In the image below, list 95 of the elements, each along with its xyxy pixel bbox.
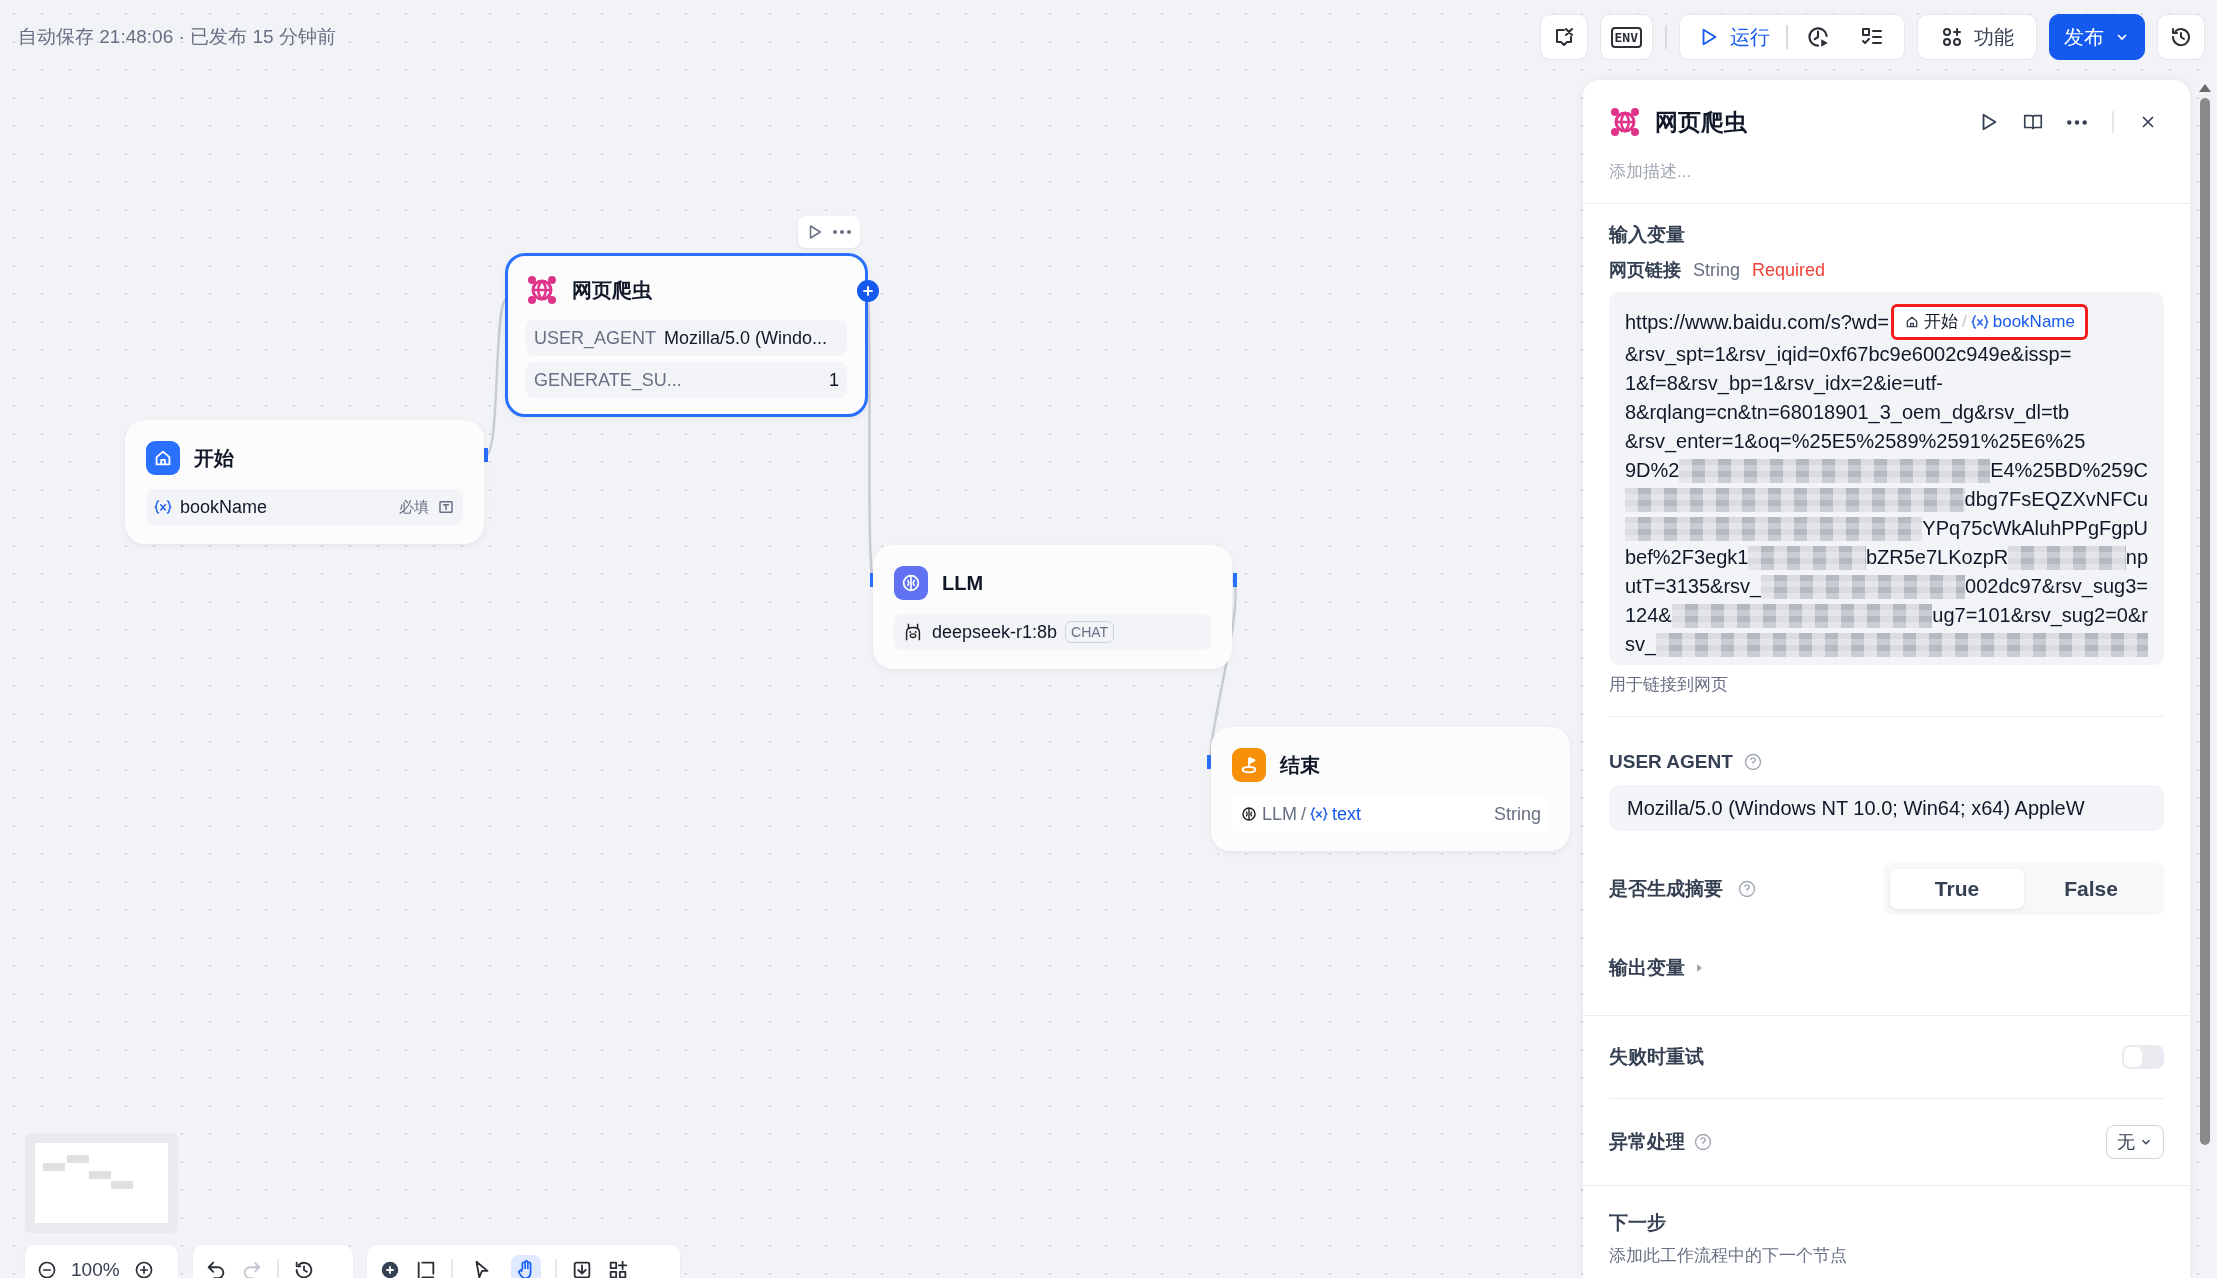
port-handle[interactable] [1207,755,1211,769]
version-history-button[interactable] [2157,14,2205,60]
env-button[interactable]: ENV [1599,14,1653,60]
segment-option[interactable]: True [1890,869,2024,909]
url-text: ug7=101&rsv_sug2=0&r [1932,603,2148,629]
hand-tool-button[interactable] [511,1255,541,1278]
url-text: bef%2F3egk1 [1625,545,1749,570]
node-title: 结束 [1280,752,1320,778]
node-title: 网页爬虫 [572,277,652,303]
zoom-out-icon[interactable] [37,1260,57,1278]
url-text: https://www.baidu.com/s?wd= [1625,309,1889,335]
layout-icon[interactable] [607,1259,629,1278]
url-text: sv_ [1625,632,1657,658]
required-label: Required [1752,259,1826,281]
field-hint: 用于链接到网页 [1609,674,1729,696]
conversation-variable-button[interactable] [1539,14,1588,60]
user-agent-field[interactable]: Mozilla/5.0 (Windows NT 10.0; Win64; x64) AppleW [1609,785,2164,831]
brain-icon [1240,805,1258,823]
workflow-node[interactable]: LLM deepseek-r1:8b CHAT [873,545,1232,669]
more-icon[interactable] [832,229,852,235]
url-text: np [2125,545,2148,570]
workflow-node[interactable]: 结束 LLM / text String [1211,727,1570,851]
features-button[interactable]: 功能 [1917,14,2037,60]
panel-title: 网页爬虫 [1655,107,1748,137]
url-text: 002dc97&rsv_sug3= [1965,574,2148,600]
text-type-icon [437,498,455,516]
url-text: utT=3135&rsv_ [1625,574,1762,600]
flag-icon [1232,748,1266,782]
home-icon [1904,314,1920,330]
node-title: 开始 [194,445,234,471]
help-icon [1693,1132,1713,1152]
url-text: dbg7FsEQZXvNFCu [1964,487,2148,512]
clock-play-icon [1805,24,1831,50]
workflow-node[interactable]: 网页爬虫 USER_AGENT Mozilla/5.0 (Windo... GENERATE_SU... 1 [505,253,868,417]
globe-network-icon [1609,106,1641,138]
publish-button[interactable]: 发布 [2049,14,2145,60]
url-text: bZR5e7LKozpR [1865,545,2009,570]
url-text: &rsv_enter=1&oq=%25E5%2589%2591%25E6%25 [1625,429,2086,455]
section-title: 下一步 [1609,1211,1667,1235]
zoom-in-icon[interactable] [133,1260,154,1278]
url-text: 9D%2 [1625,458,1680,483]
error-handling-select[interactable]: 无 [2106,1125,2164,1159]
brain-icon [894,566,928,600]
section-title[interactable]: 输出变量 [1609,955,1685,981]
source-node-label: LLM [1262,803,1297,825]
url-text: 124& [1625,603,1672,628]
param-name: USER_AGENT [534,327,657,349]
field-label: 失败时重试 [1609,1045,1704,1069]
section-title: 输入变量 [1609,223,1686,247]
node-title: LLM [942,571,984,595]
history-icon[interactable] [293,1259,315,1278]
more-icon [2066,118,2088,126]
param-value: Mozilla/5.0 (Windo... [664,327,828,349]
note-frame-icon[interactable] [415,1259,437,1278]
workflow-node[interactable]: 开始 bookName 必填 [125,420,484,544]
field-label: 是否生成摘要 [1609,877,1723,901]
variable-type: String [1493,803,1541,825]
history-icon [2169,25,2193,49]
url-text: E4%25BD%259C [1990,458,2148,483]
field-type: String [1693,259,1741,281]
url-text: YPq75cWkAluhPPgFgpU [1922,516,2148,541]
url-text: 8&rqlang=cn&tn=68018901_3_oem_dg&rsv_dl=tb [1625,400,2070,426]
autosave-status: 自动保存 21:48:06 · 已发布 15 分钟前 [18,25,336,49]
model-name: deepseek-r1:8b [932,621,1058,643]
segment-option[interactable]: False [2024,869,2158,909]
variable-name: text [1332,803,1362,825]
home-icon [146,441,180,475]
undo-icon[interactable] [205,1259,227,1278]
url-text: &rsv_spt=1&rsv_iqid=0xf67bc9e6002c949e&issp= [1625,342,2072,368]
zoom-level[interactable]: 100% [71,1259,120,1278]
port-handle[interactable] [1233,573,1237,587]
required-label: 必填 [399,497,429,517]
field-label: 异常处理 [1609,1130,1685,1154]
param-name: GENERATE_SU... [534,369,682,391]
add-node-button[interactable] [857,280,879,302]
param-value: 1 [829,369,839,391]
globe-network-icon [526,274,558,306]
plus-icon [860,283,876,299]
export-image-icon[interactable] [571,1259,593,1278]
field-label: USER AGENT [1609,751,1733,773]
help-icon [1737,879,1757,899]
path-separator: / [1301,803,1307,825]
section-description: 添加此工作流程中的下一个节点 [1609,1245,1848,1267]
variable-reference[interactable]: 开始 / bookName [1891,304,2088,340]
variable-name: bookName [180,496,268,518]
model-tag: CHAT [1065,621,1115,643]
apps-icon [1940,25,1964,49]
variable-icon [1970,313,1989,331]
help-icon [1742,752,1763,772]
port-handle[interactable] [484,448,488,462]
url-input-field[interactable] [1609,292,2164,665]
variable-icon [154,498,172,516]
field-label: 网页链接 [1609,259,1681,282]
url-text: 1&f=8&rsv_bp=1&rsv_idx=2&ie=utf- [1625,371,1943,397]
variable-icon [1310,805,1329,823]
